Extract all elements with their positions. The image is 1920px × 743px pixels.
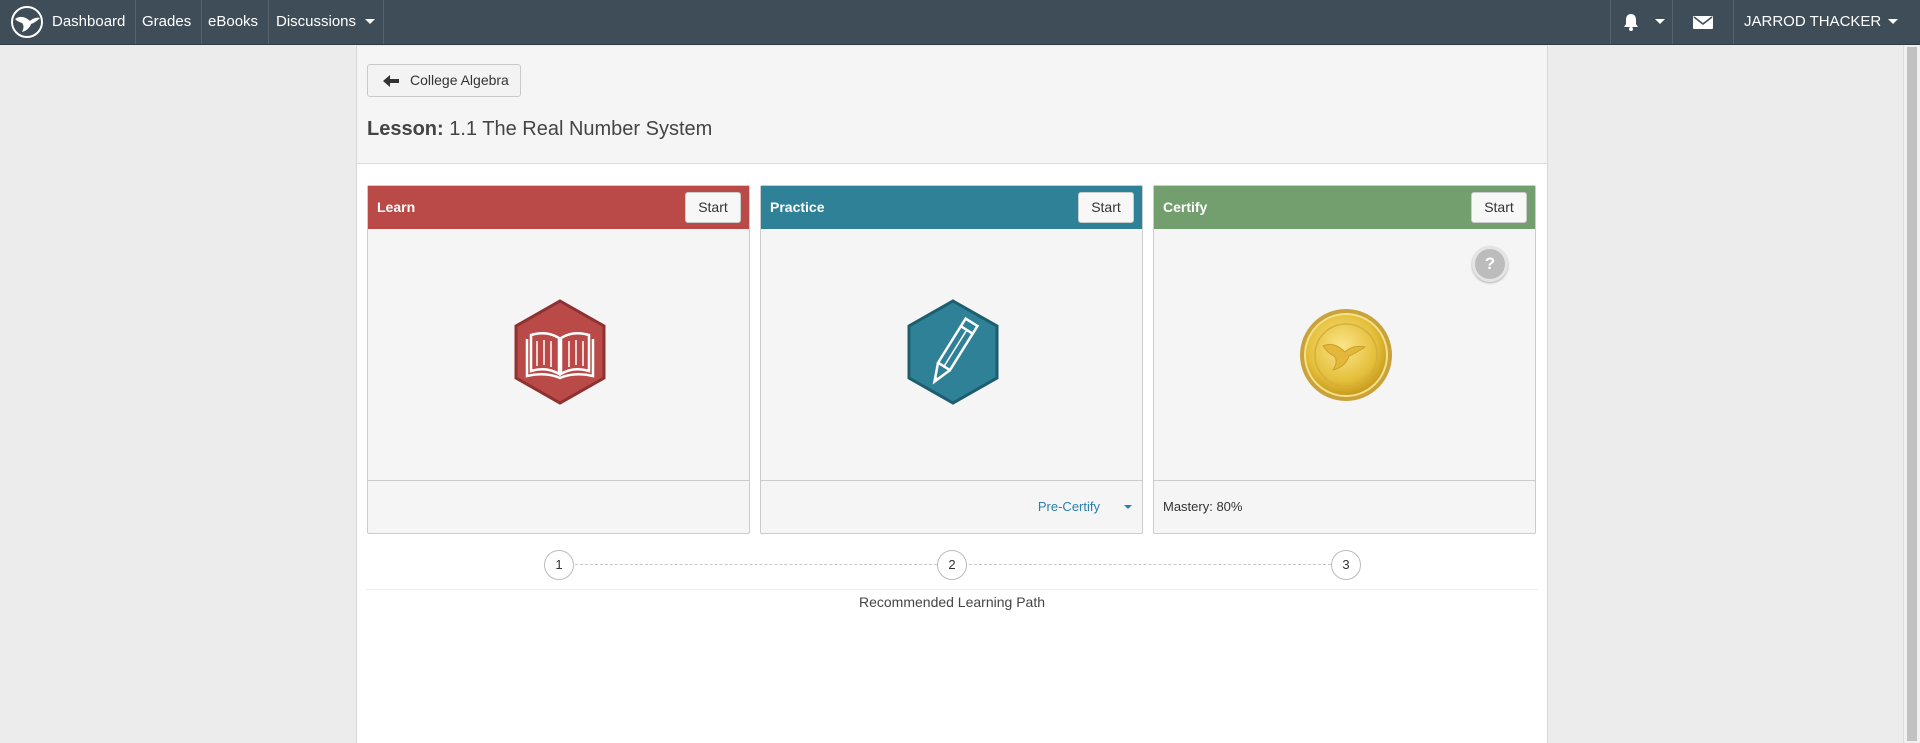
learn-start-button[interactable]: Start — [685, 192, 741, 223]
learn-card: Learn Start — [367, 185, 750, 534]
notifications-button[interactable] — [1610, 0, 1672, 44]
nav-discussions-label: Discussions — [276, 13, 357, 30]
gold-medal-icon[interactable] — [1299, 303, 1393, 409]
top-navbar: Dashboard Grades eBooks Discussions JARR… — [0, 0, 1920, 45]
open-book-icon[interactable] — [513, 299, 607, 405]
certify-card-footer: Mastery: 80% — [1154, 480, 1535, 534]
nav-dashboard[interactable]: Dashboard — [42, 0, 137, 44]
envelope-icon — [1693, 16, 1713, 29]
learn-card-header: Learn Start — [368, 186, 749, 229]
practice-card-title: Practice — [770, 199, 825, 215]
chevron-down-icon[interactable] — [1124, 505, 1132, 509]
lesson-prefix: Lesson: — [367, 118, 444, 140]
page-title: Lesson: 1.1 The Real Number System — [367, 118, 712, 141]
path-divider — [365, 589, 1539, 590]
vertical-scrollbar[interactable] — [1903, 45, 1920, 743]
lesson-page: College Algebra Lesson: 1.1 The Real Num… — [356, 46, 1548, 743]
path-step-1: 1 — [544, 550, 574, 580]
learning-path-label: Recommended Learning Path — [858, 594, 1045, 610]
page-header: College Algebra Lesson: 1.1 The Real Num… — [357, 46, 1547, 164]
learn-card-title: Learn — [377, 199, 416, 215]
user-name: JARROD THACKER — [1744, 13, 1882, 30]
nav-grades[interactable]: Grades — [132, 0, 203, 44]
practice-card-footer: Pre-Certify — [761, 480, 1142, 534]
pencil-icon[interactable] — [906, 299, 1000, 405]
nav-discussions[interactable]: Discussions — [266, 0, 384, 44]
back-button-label: College Algebra — [410, 72, 509, 88]
arrow-left-icon — [383, 75, 399, 87]
chevron-down-icon — [365, 19, 375, 24]
certify-card-title: Certify — [1163, 199, 1208, 215]
help-icon[interactable]: ? — [1472, 246, 1508, 282]
chevron-down-icon — [1888, 19, 1898, 24]
certify-card-header: Certify Start — [1154, 186, 1535, 229]
certify-card: Certify Start ? Mastery: 80% — [1153, 185, 1536, 534]
practice-card-header: Practice Start — [761, 186, 1142, 229]
messages-button[interactable] — [1672, 0, 1733, 44]
eagle-logo-icon[interactable] — [10, 5, 44, 39]
path-step-2: 2 — [937, 550, 967, 580]
user-menu[interactable]: JARROD THACKER — [1733, 0, 1903, 44]
back-button[interactable]: College Algebra — [367, 64, 521, 97]
learn-card-footer — [368, 480, 749, 534]
lesson-name: 1.1 The Real Number System — [449, 118, 713, 140]
scrollbar-thumb[interactable] — [1907, 47, 1917, 741]
certify-start-button[interactable]: Start — [1471, 192, 1527, 223]
nav-ebooks[interactable]: eBooks — [198, 0, 270, 44]
chevron-down-icon — [1655, 19, 1665, 24]
path-step-3: 3 — [1331, 550, 1361, 580]
practice-card: Practice Start Pre-Certify — [760, 185, 1143, 534]
practice-start-button[interactable]: Start — [1078, 192, 1134, 223]
bell-icon — [1624, 14, 1638, 31]
pre-certify-link[interactable]: Pre-Certify — [1038, 481, 1100, 533]
